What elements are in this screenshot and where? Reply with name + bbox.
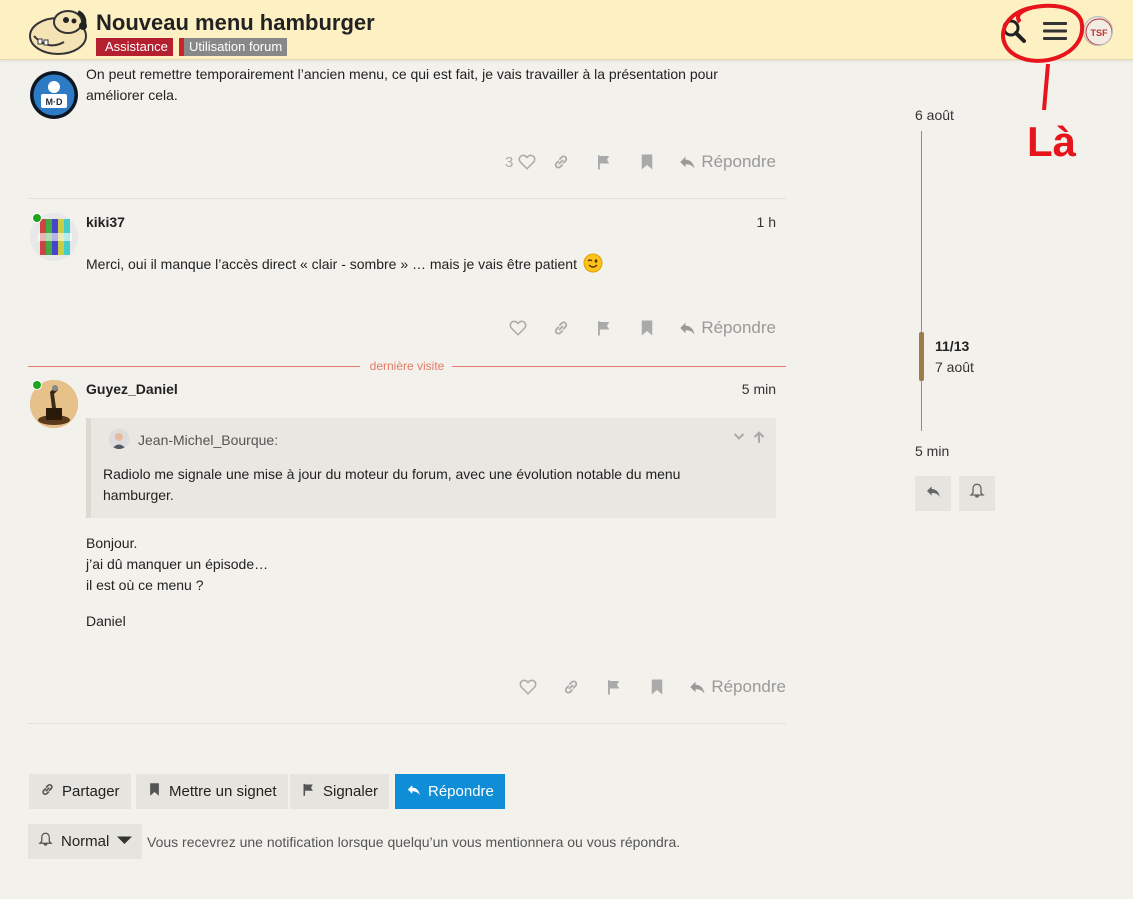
reply-label: Répondre [701, 318, 776, 337]
post: kiki37 1 h Merci, oui il manque l’accès … [28, 210, 786, 345]
online-indicator [32, 213, 42, 223]
post-line: j’ai dû manquer un épisode… [86, 556, 269, 572]
avatar[interactable]: M·D [30, 71, 78, 119]
post-body: Merci, oui il manque l’accès direct « cl… [86, 253, 766, 279]
last-visit-divider: dernière visite [28, 359, 786, 373]
timeline-position-date: 7 août [935, 359, 974, 375]
post-time[interactable]: 5 min [742, 381, 776, 397]
flag-button[interactable]: Signaler [290, 774, 390, 809]
reply-icon [925, 483, 941, 504]
post-body: On peut remettre temporairement l’ancien… [86, 66, 718, 103]
quote-username[interactable]: Jean-Michel_Bourque: [138, 432, 278, 448]
current-user-avatar[interactable]: TSF [1083, 16, 1113, 46]
heart-icon[interactable] [506, 675, 549, 699]
username[interactable]: kiki37 [86, 214, 125, 230]
flag-icon[interactable] [582, 316, 625, 340]
flag-label: Signaler [323, 783, 379, 800]
like-count[interactable]: 3 [505, 154, 513, 171]
bell-icon [969, 483, 985, 504]
post-line: Bonjour. [86, 535, 138, 551]
category-badge-utilisation-forum[interactable]: Utilisation forum [179, 38, 288, 56]
quote-avatar[interactable] [109, 429, 129, 449]
bookmark-icon[interactable] [625, 150, 668, 174]
post-time[interactable]: 1 h [757, 214, 776, 230]
timeline-handle[interactable] [919, 332, 924, 381]
avatar-text: M·D [46, 97, 63, 107]
search-icon[interactable] [1001, 18, 1027, 44]
bell-icon [38, 832, 53, 851]
quote-controls [732, 430, 766, 449]
post: M·D On peut remettre temporairement l’an… [28, 62, 786, 192]
reply-label: Répondre [701, 152, 776, 171]
reply-button[interactable]: Répondre [678, 152, 776, 172]
reply-button[interactable]: Répondre [678, 318, 776, 338]
annotation-label: Là [1027, 118, 1077, 165]
hamburger-menu-icon[interactable] [1042, 18, 1068, 44]
link-icon[interactable] [539, 150, 582, 174]
post-text: Merci, oui il manque l’accès direct « cl… [86, 256, 577, 272]
reply-label: Répondre [711, 677, 786, 696]
arrow-up-icon[interactable] [752, 430, 766, 449]
timeline-track[interactable] [921, 131, 922, 431]
notification-level-label: Normal [61, 833, 110, 850]
reply-primary-button[interactable]: Répondre [395, 774, 505, 809]
heart-icon[interactable] [496, 316, 539, 340]
avatar-text: TSF [1091, 28, 1109, 38]
post-separator [28, 723, 786, 724]
post-line: il est où ce menu ? [86, 577, 204, 593]
last-visit-label: dernière visite [369, 359, 445, 373]
username[interactable]: Guyez_Daniel [86, 381, 178, 397]
site-logo[interactable] [28, 6, 90, 56]
category-badge-assistance[interactable]: Assistance [96, 38, 173, 56]
bookmark-button[interactable]: Mettre un signet [136, 774, 288, 809]
chevron-down-icon[interactable] [732, 430, 746, 449]
caret-down-icon [117, 832, 133, 851]
post-actions: 3 Répondre [505, 150, 776, 174]
timeline-start-date[interactable]: 6 août [915, 107, 954, 123]
timeline-position: 11/13 [935, 338, 970, 354]
flag-icon[interactable] [582, 150, 625, 174]
notification-level-dropdown[interactable]: Normal [28, 824, 143, 859]
site-header: Nouveau menu hamburger Assistance Utilis… [0, 0, 1133, 60]
bookmark-icon [147, 782, 169, 801]
topic-title[interactable]: Nouveau menu hamburger [96, 10, 375, 36]
link-icon [40, 782, 62, 801]
link-icon[interactable] [539, 316, 582, 340]
timeline-end-date[interactable]: 5 min [915, 443, 949, 459]
bookmark-icon[interactable] [625, 316, 668, 340]
post-body: Bonjour. j’ai dû manquer un épisode… il … [86, 533, 268, 632]
flag-icon[interactable] [592, 675, 635, 699]
flag-icon [301, 782, 323, 801]
online-indicator [32, 380, 42, 390]
quote-text: Radiolo me signale une mise à jour du mo… [103, 466, 681, 503]
link-icon[interactable] [549, 675, 592, 699]
post-actions: Répondre [506, 675, 786, 699]
notification-description: Vous recevrez une notification lorsque q… [147, 834, 681, 850]
quote-block: Jean-Michel_Bourque: Radiolo me signale … [86, 418, 776, 518]
bookmark-icon[interactable] [635, 675, 678, 699]
timeline-reply-button[interactable] [915, 476, 951, 511]
share-button[interactable]: Partager [29, 774, 131, 809]
reply-label: Répondre [428, 783, 494, 800]
heart-icon[interactable] [515, 150, 539, 174]
reply-button[interactable]: Répondre [688, 677, 786, 697]
post-actions: Répondre [496, 316, 776, 340]
reply-icon [406, 782, 428, 801]
wink-emoji-icon [583, 253, 603, 279]
post-line: Daniel [86, 613, 126, 629]
bookmark-label: Mettre un signet [169, 783, 277, 800]
share-label: Partager [62, 783, 120, 800]
timeline-notification-button[interactable] [959, 476, 995, 511]
post-separator [28, 198, 786, 199]
